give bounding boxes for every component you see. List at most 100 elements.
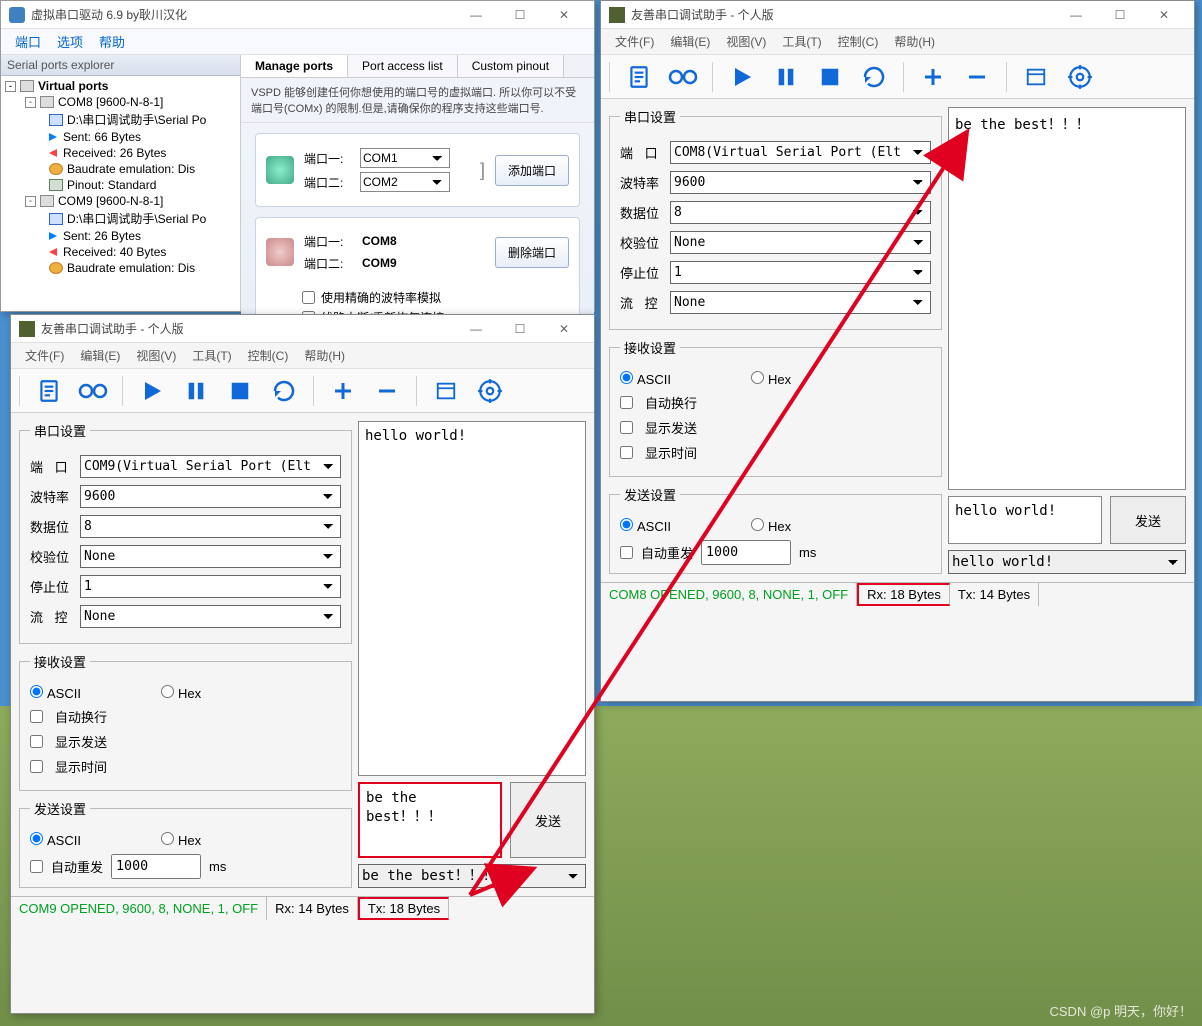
add-port-button[interactable]: 添加端口: [495, 155, 569, 186]
close-button[interactable]: ✕: [542, 316, 586, 342]
history-select[interactable]: hello world!: [948, 550, 1186, 574]
tab-custom-pinout[interactable]: Custom pinout: [458, 55, 564, 77]
autosend-checkbox[interactable]: [30, 860, 43, 873]
window-icon[interactable]: [431, 376, 461, 406]
stop-icon[interactable]: [815, 62, 845, 92]
minus-icon[interactable]: [372, 376, 402, 406]
pause-icon[interactable]: [181, 376, 211, 406]
tree-item[interactable]: Pinout: Standard: [1, 177, 240, 193]
play-icon[interactable]: [137, 376, 167, 406]
record-icon[interactable]: [668, 62, 698, 92]
refresh-icon[interactable]: [269, 376, 299, 406]
menu-edit[interactable]: 编辑(E): [72, 343, 128, 368]
recv-ascii-radio[interactable]: [620, 371, 633, 384]
showsend-checkbox[interactable]: [30, 735, 43, 748]
close-button[interactable]: ✕: [1142, 2, 1186, 28]
autowrap-checkbox[interactable]: [620, 396, 633, 409]
play-icon[interactable]: [727, 62, 757, 92]
settings-icon[interactable]: [1065, 62, 1095, 92]
stopbits-select[interactable]: 1: [670, 261, 931, 284]
showtime-checkbox[interactable]: [620, 446, 633, 459]
tree-item[interactable]: Sent: 26 Bytes: [1, 228, 240, 244]
port2-select[interactable]: COM2: [360, 172, 450, 192]
serial-a-titlebar[interactable]: 友善串口调试助手 - 个人版 — ☐ ✕: [11, 315, 594, 343]
flow-select[interactable]: None: [670, 291, 931, 314]
close-button[interactable]: ✕: [542, 2, 586, 28]
tree-item[interactable]: Baudrate emulation: Dis: [1, 161, 240, 177]
menu-help[interactable]: 帮助: [91, 28, 133, 55]
delete-port-button[interactable]: 删除端口: [495, 237, 569, 268]
tree-item[interactable]: D:\串口调试助手\Serial Po: [1, 110, 240, 129]
record-icon[interactable]: [78, 376, 108, 406]
plus-icon[interactable]: [918, 62, 948, 92]
menu-options[interactable]: 选项: [49, 28, 91, 55]
tab-manage-ports[interactable]: Manage ports: [241, 55, 348, 77]
stop-icon[interactable]: [225, 376, 255, 406]
refresh-icon[interactable]: [859, 62, 889, 92]
menu-help[interactable]: 帮助(H): [886, 29, 943, 54]
history-select[interactable]: be the best！！！: [358, 864, 586, 888]
collapse-icon[interactable]: -: [25, 97, 36, 108]
new-file-icon[interactable]: [624, 62, 654, 92]
databits-select[interactable]: 8: [80, 515, 341, 538]
databits-select[interactable]: 8: [670, 201, 931, 224]
tree-root[interactable]: -Virtual ports: [1, 78, 240, 94]
collapse-icon[interactable]: -: [5, 81, 16, 92]
send-hex-radio[interactable]: [161, 832, 174, 845]
tree-item[interactable]: Received: 26 Bytes: [1, 145, 240, 161]
maximize-button[interactable]: ☐: [1098, 2, 1142, 28]
autosend-checkbox[interactable]: [620, 546, 633, 559]
menu-tools[interactable]: 工具(T): [774, 29, 829, 54]
autosend-interval-input[interactable]: [701, 540, 791, 565]
minimize-button[interactable]: —: [454, 316, 498, 342]
menu-view[interactable]: 视图(V): [128, 343, 184, 368]
port-select[interactable]: COM8(Virtual Serial Port (Elt: [670, 141, 931, 164]
tree-item[interactable]: Received: 40 Bytes: [1, 244, 240, 260]
baud-select[interactable]: 9600: [80, 485, 341, 508]
settings-icon[interactable]: [475, 376, 505, 406]
port1-select[interactable]: COM1: [360, 148, 450, 168]
serial-b-titlebar[interactable]: 友善串口调试助手 - 个人版 — ☐ ✕: [601, 1, 1194, 29]
menu-help[interactable]: 帮助(H): [296, 343, 353, 368]
maximize-button[interactable]: ☐: [498, 2, 542, 28]
maximize-button[interactable]: ☐: [498, 316, 542, 342]
tree-item[interactable]: D:\串口调试助手\Serial Po: [1, 209, 240, 228]
minus-icon[interactable]: [962, 62, 992, 92]
tree-com9[interactable]: -COM9 [9600-N-8-1]: [1, 193, 240, 209]
port-select[interactable]: COM9(Virtual Serial Port (Elt: [80, 455, 341, 478]
send-hex-radio[interactable]: [751, 518, 764, 531]
menu-file[interactable]: 文件(F): [607, 29, 662, 54]
menu-control[interactable]: 控制(C): [830, 29, 887, 54]
send-button[interactable]: 发送: [510, 782, 586, 858]
new-file-icon[interactable]: [34, 376, 64, 406]
tree-item[interactable]: Sent: 66 Bytes: [1, 129, 240, 145]
showtime-checkbox[interactable]: [30, 760, 43, 773]
menu-view[interactable]: 视图(V): [718, 29, 774, 54]
receive-textarea[interactable]: be the best！！！: [948, 107, 1186, 490]
send-ascii-radio[interactable]: [30, 832, 43, 845]
send-textarea[interactable]: hello world!: [948, 496, 1102, 544]
tab-port-access-list[interactable]: Port access list: [348, 55, 458, 77]
tree-item[interactable]: Baudrate emulation: Dis: [1, 260, 240, 276]
recv-hex-radio[interactable]: [751, 371, 764, 384]
parity-select[interactable]: None: [80, 545, 341, 568]
minimize-button[interactable]: —: [454, 2, 498, 28]
recv-ascii-radio[interactable]: [30, 685, 43, 698]
stopbits-select[interactable]: 1: [80, 575, 341, 598]
tree-com8[interactable]: -COM8 [9600-N-8-1]: [1, 94, 240, 110]
flow-select[interactable]: None: [80, 605, 341, 628]
autowrap-checkbox[interactable]: [30, 710, 43, 723]
menu-control[interactable]: 控制(C): [240, 343, 297, 368]
showsend-checkbox[interactable]: [620, 421, 633, 434]
send-ascii-radio[interactable]: [620, 518, 633, 531]
vspd-titlebar[interactable]: 虚拟串口驱动 6.9 by耿川汉化 — ☐ ✕: [1, 1, 594, 29]
menu-tools[interactable]: 工具(T): [184, 343, 239, 368]
parity-select[interactable]: None: [670, 231, 931, 254]
send-button[interactable]: 发送: [1110, 496, 1186, 544]
receive-textarea[interactable]: hello world!: [358, 421, 586, 776]
minimize-button[interactable]: —: [1054, 2, 1098, 28]
precise-baud-checkbox[interactable]: [302, 291, 315, 304]
menu-port[interactable]: 端口: [7, 28, 49, 55]
window-icon[interactable]: [1021, 62, 1051, 92]
autosend-interval-input[interactable]: [111, 854, 201, 879]
